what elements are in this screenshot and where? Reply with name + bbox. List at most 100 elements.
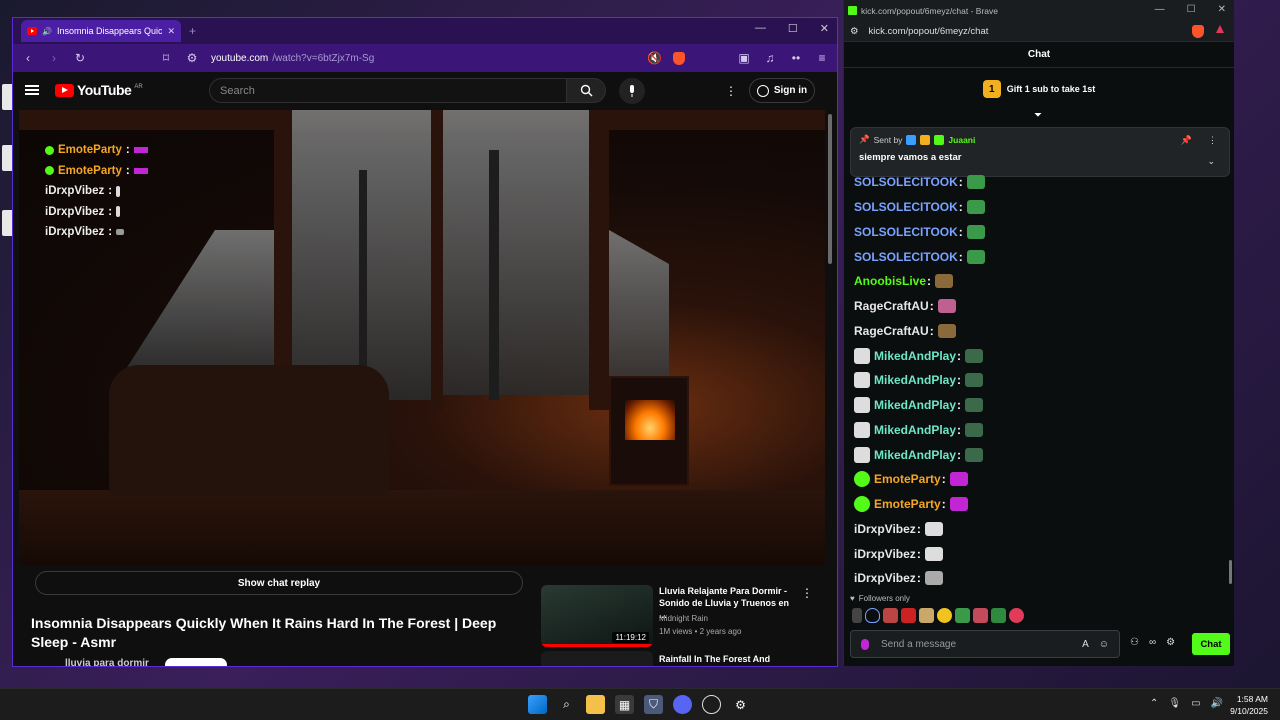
send-chat-button[interactable]: Chat: [1192, 633, 1230, 655]
app-icon[interactable]: [702, 695, 721, 714]
chat-message[interactable]: SOLSOLECITOOK:: [854, 170, 1224, 195]
chat-message[interactable]: iDrxpVibez:: [854, 517, 1224, 542]
search-button[interactable]: [566, 78, 606, 103]
chat-message[interactable]: MikedAndPlay:: [854, 393, 1224, 418]
chat-username[interactable]: EmoteParty: [874, 497, 941, 511]
mute-icon[interactable]: 🔇: [647, 51, 662, 65]
chat-username[interactable]: iDrxpVibez: [854, 522, 916, 536]
emote-icon[interactable]: [1009, 608, 1024, 623]
subscribe-button[interactable]: [165, 658, 227, 666]
chat-username[interactable]: MikedAndPlay: [874, 373, 956, 387]
url-field[interactable]: youtube.com/watch?v=6btZjx7m-Sg: [211, 53, 635, 64]
minimize-icon[interactable]: —: [1155, 4, 1165, 15]
windows-start-icon[interactable]: [528, 695, 547, 714]
video-player[interactable]: EmoteParty: EmoteParty: iDrxpVibez: iDrx…: [19, 110, 825, 566]
unpin-icon[interactable]: 📌: [1181, 135, 1192, 146]
chat-message-input[interactable]: Send a message A ☺: [850, 630, 1120, 658]
show-chat-replay-button[interactable]: Show chat replay: [35, 571, 523, 595]
gift-sub-banner[interactable]: 1 Gift 1 sub to take 1st: [844, 68, 1234, 110]
bookmark-icon[interactable]: ⌑: [159, 51, 173, 65]
close-tab-icon[interactable]: ✕: [167, 26, 175, 37]
chat-message[interactable]: SOLSOLECITOOK:: [854, 220, 1224, 245]
brave-icon[interactable]: ⛉: [644, 695, 663, 714]
recommendation-thumbnail[interactable]: 11:19:12: [541, 585, 653, 647]
microphone-icon[interactable]: [861, 638, 869, 650]
pinned-collapse-icon[interactable]: ⏷: [1034, 110, 1046, 121]
chat-message[interactable]: EmoteParty:: [854, 492, 1224, 517]
chat-username[interactable]: RageCraftAU: [854, 299, 929, 313]
close-window-icon[interactable]: ✕: [820, 22, 829, 35]
chat-username[interactable]: MikedAndPlay: [874, 349, 956, 363]
chat-username[interactable]: MikedAndPlay: [874, 448, 956, 462]
extensions-icon[interactable]: ••: [789, 51, 803, 65]
emote-icon[interactable]: [973, 608, 988, 623]
menu-icon[interactable]: ≡: [815, 51, 829, 65]
brave-rewards-icon[interactable]: [1216, 25, 1224, 33]
chat-username[interactable]: iDrxpVibez: [854, 571, 916, 585]
chevron-up-icon[interactable]: ⌃: [1150, 698, 1158, 709]
chat-message[interactable]: iDrxpVibez:: [854, 566, 1224, 591]
sign-in-button[interactable]: Sign in: [749, 78, 815, 103]
channel-name[interactable]: lluvia para dormir: [65, 658, 149, 666]
youtube-logo[interactable]: YouTube AR: [55, 82, 143, 98]
site-info-icon[interactable]: ⚙: [185, 51, 199, 65]
emote-icon[interactable]: [919, 608, 934, 623]
speaker-icon[interactable]: 🔊: [42, 27, 52, 36]
chat-message[interactable]: iDrxpVibez:: [854, 541, 1224, 566]
users-icon[interactable]: ⚇: [1130, 637, 1139, 648]
chat-message[interactable]: MikedAndPlay:: [854, 343, 1224, 368]
chat-username[interactable]: iDrxpVibez: [854, 547, 916, 561]
file-explorer-icon[interactable]: [586, 695, 605, 714]
chat-scrollbar[interactable]: [1229, 560, 1232, 584]
brave-shields-icon[interactable]: [1192, 25, 1204, 38]
scrollbar-thumb[interactable]: [828, 114, 832, 264]
chat-username[interactable]: RageCraftAU: [854, 324, 929, 338]
tab-youtube[interactable]: 🔊 Insomnia Disappears Quickly ✕: [21, 20, 181, 42]
hamburger-menu-icon[interactable]: [25, 85, 39, 95]
emote-icon[interactable]: [937, 608, 952, 623]
chat-message[interactable]: SOLSOLECITOOK:: [854, 244, 1224, 269]
system-clock[interactable]: 1:58 AM 9/10/2025: [1224, 693, 1268, 717]
forward-icon[interactable]: ›: [47, 51, 61, 65]
chat-username[interactable]: MikedAndPlay: [874, 423, 956, 437]
more-options-icon[interactable]: ⋮: [1208, 135, 1217, 146]
close-window-icon[interactable]: ✕: [1218, 4, 1226, 15]
media-icon[interactable]: ♫: [763, 51, 777, 65]
voice-search-button[interactable]: [619, 78, 645, 104]
minimize-icon[interactable]: —: [755, 22, 766, 35]
recommendation-title[interactable]: Rainfall In The Forest And: [659, 654, 770, 664]
recommendation-channel[interactable]: Midnight Rain: [659, 614, 708, 623]
emote-icon[interactable]: [955, 608, 970, 623]
settings-icon[interactable]: ⚙: [731, 695, 750, 714]
back-icon[interactable]: ‹: [21, 51, 35, 65]
network-icon[interactable]: ▭: [1191, 698, 1200, 709]
url-field[interactable]: kick.com/popout/6meyz/chat: [869, 26, 989, 37]
chat-message[interactable]: MikedAndPlay:: [854, 418, 1224, 443]
volume-icon[interactable]: 🔊: [1211, 698, 1223, 709]
emote-icon[interactable]: [852, 608, 862, 623]
emote-icon[interactable]: [865, 608, 880, 623]
chat-message[interactable]: MikedAndPlay:: [854, 442, 1224, 467]
emote-icon[interactable]: [901, 608, 916, 623]
page-scrollbar[interactable]: [827, 110, 833, 666]
site-info-icon[interactable]: ⚙: [850, 26, 859, 37]
chat-message[interactable]: MikedAndPlay:: [854, 368, 1224, 393]
recommendation-thumbnail[interactable]: [541, 651, 653, 666]
maximize-icon[interactable]: ☐: [788, 22, 798, 35]
microphone-icon[interactable]: 🎙: [1168, 698, 1181, 709]
brave-shields-icon[interactable]: [673, 51, 685, 65]
chat-username[interactable]: AnoobisLive: [854, 274, 926, 288]
emoji-icon[interactable]: ☺: [1099, 639, 1109, 650]
chat-username[interactable]: SOLSOLECITOOK: [854, 250, 958, 264]
pinned-username[interactable]: Juaani: [948, 135, 975, 145]
emote-icon[interactable]: [991, 608, 1006, 623]
chat-username[interactable]: SOLSOLECITOOK: [854, 175, 958, 189]
reload-icon[interactable]: ↻: [73, 51, 87, 65]
more-options-icon[interactable]: ⋮: [725, 84, 737, 98]
gear-icon[interactable]: ⚙: [1166, 637, 1175, 648]
infinity-icon[interactable]: ∞: [1149, 637, 1156, 648]
store-icon[interactable]: ▦: [615, 695, 634, 714]
chat-username[interactable]: MikedAndPlay: [874, 398, 956, 412]
chat-message[interactable]: SOLSOLECITOOK:: [854, 195, 1224, 220]
chat-username[interactable]: SOLSOLECITOOK: [854, 200, 958, 214]
